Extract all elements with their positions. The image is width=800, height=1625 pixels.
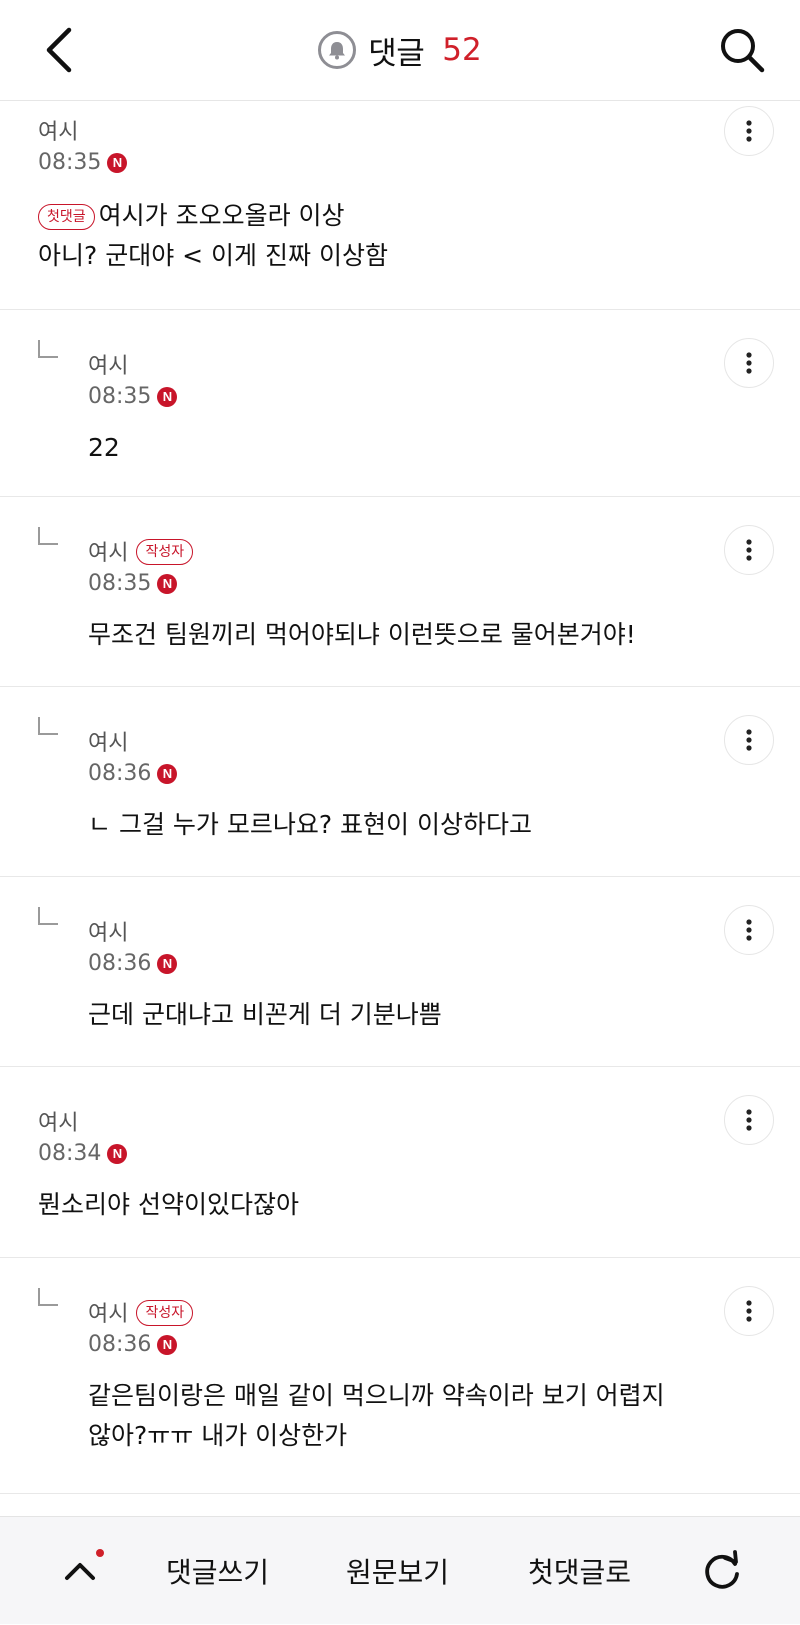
new-badge: N — [157, 1334, 178, 1355]
new-badge: N — [157, 573, 178, 594]
first-comment-badge: 첫댓글 — [38, 204, 95, 230]
view-original-button[interactable]: 원문보기 — [346, 1517, 449, 1625]
reply-arrow-icon — [38, 907, 58, 925]
comment-body: ㄴ 그걸 누가 모르나요? 표현이 이상하다고 — [88, 810, 533, 839]
new-badge: N — [107, 1143, 128, 1164]
time-text: 08:35 — [88, 384, 152, 409]
comment-text-line: 않아?ㅠㅠ 내가 이상한가 — [88, 1421, 348, 1450]
write-comment-button[interactable]: 댓글쓰기 — [166, 1517, 269, 1625]
reply-arrow-icon — [38, 717, 58, 735]
search-icon — [721, 29, 765, 73]
new-badge: N — [157, 763, 178, 784]
comment-author: 여시 — [38, 1111, 79, 1136]
comment-reply-item: 여시 08:35 N 22 — [0, 310, 800, 497]
comment-time: 08:35 N — [88, 384, 178, 409]
search-button[interactable] — [714, 22, 770, 78]
comment-body: 무조건 팀원끼리 먹어야되냐 이런뜻으로 물어본거야! — [88, 620, 636, 649]
more-options-button[interactable] — [724, 338, 774, 388]
more-vertical-icon — [746, 539, 752, 561]
refresh-icon — [705, 1550, 739, 1589]
author-name: 여시 — [88, 541, 129, 566]
reply-arrow-icon — [38, 340, 58, 358]
comment-text-line: 여시가 조오오올라 이상 — [98, 201, 345, 230]
more-options-button[interactable] — [724, 1095, 774, 1145]
comment-reply-item: 여시 08:36 N 근데 군대냐고 비꼰게 더 기분나쁨 — [0, 877, 800, 1067]
comment-count: 52 — [442, 32, 482, 68]
comment-author: 여시 작성자 — [88, 535, 197, 567]
bell-icon[interactable] — [318, 31, 357, 69]
more-vertical-icon — [746, 729, 752, 751]
new-badge: N — [157, 386, 178, 407]
more-options-button[interactable] — [724, 905, 774, 955]
new-badge: N — [157, 953, 178, 974]
header-bar: 댓글 52 — [0, 0, 800, 101]
comment-body: 뭔소리야 선약이있다잖아 — [38, 1190, 299, 1219]
more-options-button[interactable] — [724, 1286, 774, 1336]
more-options-button[interactable] — [724, 715, 774, 765]
comment-reply-item: 여시 작성자 08:36 N 같은팀이랑은 매일 같이 먹으니까 약속이라 보기 … — [0, 1258, 800, 1494]
time-text: 08:34 — [38, 1141, 102, 1166]
comment-text-line: 아니? 군대야 < 이게 진짜 이상함 — [38, 241, 388, 270]
comment-time: 08:36 N — [88, 951, 178, 976]
more-vertical-icon — [746, 1109, 752, 1131]
comment-body: 22 — [88, 433, 120, 462]
time-text: 08:35 — [38, 150, 102, 175]
new-indicator-dot — [96, 1549, 104, 1557]
comment-time: 08:35 N — [88, 571, 178, 596]
page-title: 댓글 — [368, 35, 425, 72]
comment-time: 08:34 N — [38, 1141, 128, 1166]
go-first-comment-button[interactable]: 첫댓글로 — [528, 1517, 631, 1625]
new-badge: N — [107, 152, 128, 173]
time-text: 08:36 — [88, 951, 152, 976]
comment-time: 08:36 N — [88, 761, 178, 786]
reply-arrow-icon — [38, 1288, 58, 1306]
chevron-up-icon — [65, 1563, 95, 1580]
author-badge: 작성자 — [136, 1300, 194, 1326]
comment-body: 같은팀이랑은 매일 같이 먹으니까 약속이라 보기 어렵지 않아?ㅠㅠ 내가 이… — [88, 1376, 665, 1456]
comment-author: 여시 — [88, 354, 129, 379]
more-vertical-icon — [746, 919, 752, 941]
comment-time: 08:36 N — [88, 1332, 178, 1357]
comment-text-line: 같은팀이랑은 매일 같이 먹으니까 약속이라 보기 어렵지 — [88, 1381, 665, 1410]
header-title: 댓글 52 — [0, 26, 800, 74]
comment-item: 여시 08:35 N 첫댓글 여시가 조오오올라 이상 아니? 군대야 < 이게 … — [0, 100, 800, 310]
comment-body: 첫댓글 여시가 조오오올라 이상 아니? 군대야 < 이게 진짜 이상함 — [38, 196, 388, 276]
author-name: 여시 — [88, 1302, 129, 1327]
time-text: 08:35 — [88, 571, 152, 596]
more-options-button[interactable] — [724, 525, 774, 575]
comment-body: 근데 군대냐고 비꼰게 더 기분나쁨 — [88, 1000, 442, 1029]
comment-reply-item: 여시 작성자 08:35 N 무조건 팀원끼리 먹어야되냐 이런뜻으로 물어본거야… — [0, 497, 800, 687]
reply-arrow-icon — [38, 527, 58, 545]
time-text: 08:36 — [88, 1332, 152, 1357]
bottom-action-bar: 댓글쓰기 원문보기 첫댓글로 — [0, 1516, 800, 1624]
time-text: 08:36 — [88, 761, 152, 786]
more-vertical-icon — [746, 120, 752, 142]
comment-author: 여시 — [88, 921, 129, 946]
more-vertical-icon — [746, 352, 752, 374]
more-vertical-icon — [746, 1300, 752, 1322]
comment-item: 여시 08:34 N 뭔소리야 선약이있다잖아 — [0, 1067, 800, 1258]
comment-reply-item: 여시 08:36 N ㄴ 그걸 누가 모르나요? 표현이 이상하다고 — [0, 687, 800, 877]
comment-time: 08:35 N — [38, 150, 128, 175]
scroll-top-button[interactable] — [58, 1517, 104, 1625]
refresh-button[interactable] — [698, 1517, 746, 1625]
comment-author: 여시 작성자 — [88, 1296, 197, 1328]
more-options-button[interactable] — [724, 106, 774, 156]
comment-author: 여시 — [88, 731, 129, 756]
comment-author: 여시 — [38, 120, 79, 145]
author-badge: 작성자 — [136, 539, 194, 565]
